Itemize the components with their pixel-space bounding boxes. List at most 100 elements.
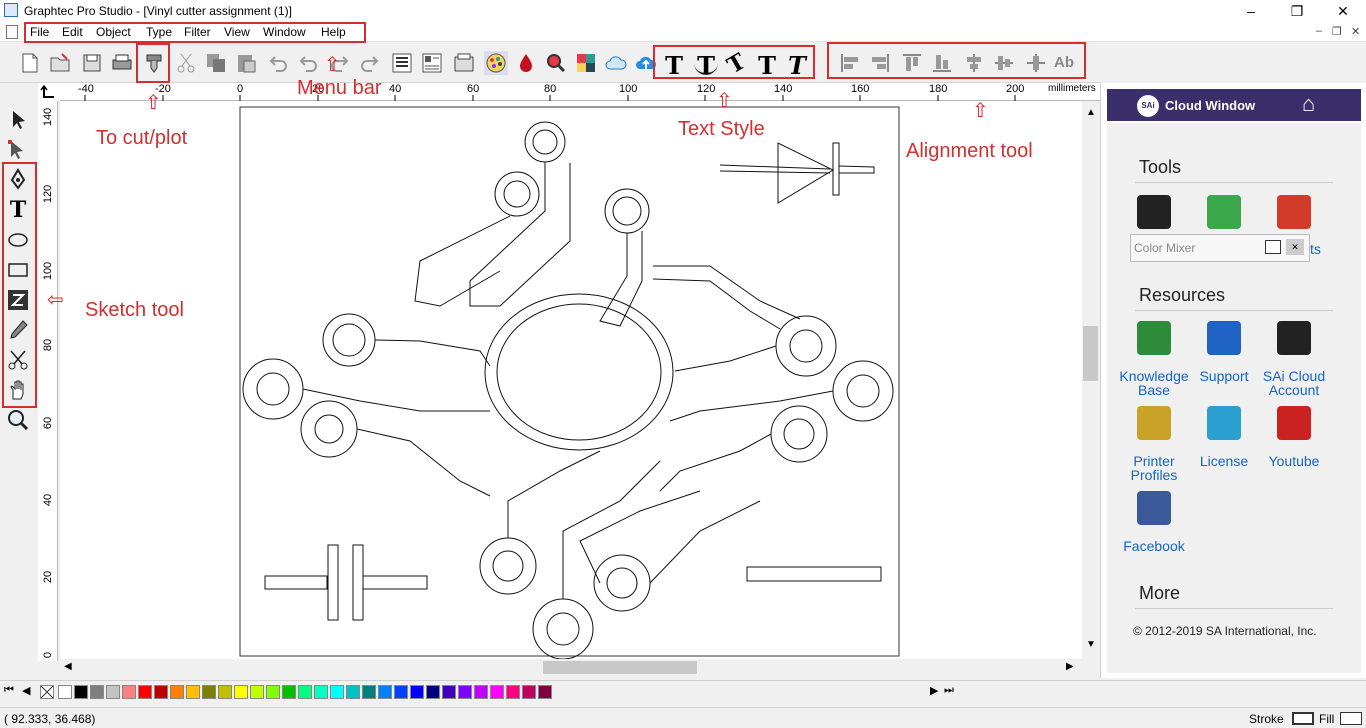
color-swatch[interactable] (474, 685, 488, 699)
scroll-down-icon[interactable]: ▼ (1086, 639, 1096, 650)
sai-cloud-account-icon[interactable] (1277, 321, 1311, 355)
license-link[interactable]: License (1184, 454, 1264, 468)
color-swatch[interactable] (378, 685, 392, 699)
color-swatch[interactable] (266, 685, 280, 699)
color-swatch[interactable] (362, 685, 376, 699)
color-mixer-window[interactable]: Color Mixer ✕ (1130, 234, 1310, 262)
color-swatch[interactable] (186, 685, 200, 699)
new-document-icon[interactable] (18, 51, 42, 75)
mdi-minimize-button[interactable]: – (1316, 25, 1322, 37)
color-swatch[interactable] (490, 685, 504, 699)
undo-alt-icon[interactable] (296, 51, 320, 75)
copy-icon[interactable] (204, 51, 228, 75)
media-icon[interactable] (452, 51, 476, 75)
knowledge-base-icon[interactable] (1137, 321, 1171, 355)
color-swatch[interactable] (298, 685, 312, 699)
color-swatch[interactable] (394, 685, 408, 699)
print-icon[interactable] (110, 51, 134, 75)
select-arrow-icon[interactable] (5, 107, 31, 133)
color-drop-icon[interactable] (514, 51, 538, 75)
layout-icon[interactable] (420, 51, 444, 75)
sai-cloud-account-link[interactable]: SAi Cloud Account (1254, 369, 1334, 397)
color-swatch[interactable] (106, 685, 120, 699)
search-color-icon[interactable] (544, 51, 568, 75)
redo-alt-icon[interactable] (358, 51, 382, 75)
home-icon[interactable]: ⌂ (1302, 91, 1315, 117)
cloud-sync-icon[interactable] (604, 51, 628, 75)
node-edit-icon[interactable] (5, 137, 31, 163)
mdi-restore-button[interactable]: ❐ (1332, 25, 1342, 38)
scroll-right-icon[interactable]: ▶ (1066, 661, 1074, 672)
palette-next-icon[interactable]: ▶ (930, 684, 938, 697)
color-swatch[interactable] (346, 685, 360, 699)
color-swatch[interactable] (426, 685, 440, 699)
tool-app-icon[interactable] (1137, 195, 1171, 229)
color-swatch[interactable] (138, 685, 152, 699)
color-swatch[interactable] (170, 685, 184, 699)
color-swatch[interactable] (282, 685, 296, 699)
mdi-close-button[interactable]: ✕ (1351, 25, 1360, 38)
close-button[interactable]: ✕ (1320, 0, 1366, 22)
fill-swatch[interactable] (1340, 712, 1362, 725)
scissors-icon[interactable] (174, 51, 198, 75)
barcode-icon[interactable] (390, 51, 414, 75)
support-icon[interactable] (1207, 321, 1241, 355)
no-color-swatch[interactable] (40, 685, 54, 699)
color-swatch[interactable] (442, 685, 456, 699)
vertical-scrollbar[interactable]: ▲ ▼ (1082, 101, 1099, 659)
undo-icon[interactable] (266, 51, 290, 75)
color-swatch[interactable] (122, 685, 136, 699)
drawing-canvas[interactable]: To cut/plot Text Style Alignment tool Sk… (60, 101, 1082, 659)
palette-first-icon[interactable]: ⏮ (4, 684, 14, 697)
printer-profiles-link[interactable]: Printer Profiles (1114, 454, 1194, 482)
color-wheel-icon[interactable] (484, 51, 508, 75)
color-grid-icon[interactable] (574, 51, 598, 75)
color-swatch[interactable] (90, 685, 104, 699)
facebook-link[interactable]: Facebook (1114, 539, 1194, 553)
color-swatch[interactable] (506, 685, 520, 699)
color-swatch[interactable] (218, 685, 232, 699)
stroke-swatch[interactable] (1292, 712, 1314, 725)
color-swatch[interactable] (330, 685, 344, 699)
circuit-artwork[interactable] (60, 101, 1082, 659)
license-icon[interactable] (1207, 406, 1241, 440)
color-swatch[interactable] (314, 685, 328, 699)
vertical-ruler[interactable]: 140 120 100 80 60 40 20 0 (38, 101, 58, 661)
save-icon[interactable] (80, 51, 104, 75)
color-swatch[interactable] (58, 685, 72, 699)
vertical-scroll-thumb[interactable] (1083, 326, 1098, 381)
color-swatch[interactable] (538, 685, 552, 699)
support-link[interactable]: Support (1184, 369, 1264, 383)
color-swatch[interactable] (410, 685, 424, 699)
horizontal-scrollbar[interactable]: ◀ ▶ (60, 659, 1082, 676)
paste-icon[interactable] (234, 51, 258, 75)
color-swatch[interactable] (458, 685, 472, 699)
horizontal-ruler[interactable]: -40 -20 0 20 40 60 80 100 120 140 160 18… (60, 83, 1100, 101)
minimize-button[interactable]: – (1228, 0, 1274, 22)
palette-last-icon[interactable]: ⏭ (944, 684, 954, 697)
knowledge-base-link[interactable]: Knowledge Base (1114, 369, 1194, 397)
color-swatch[interactable] (234, 685, 248, 699)
color-swatch[interactable] (522, 685, 536, 699)
color-swatch[interactable] (202, 685, 216, 699)
maximize-button[interactable]: ❐ (1274, 0, 1320, 22)
youtube-link[interactable]: Youtube (1254, 454, 1334, 468)
facebook-icon[interactable] (1137, 491, 1171, 525)
color-swatch[interactable] (154, 685, 168, 699)
color-swatch[interactable] (250, 685, 264, 699)
tool-partial-label[interactable]: ts (1310, 241, 1321, 257)
scroll-up-icon[interactable]: ▲ (1086, 107, 1096, 118)
palette-prev-icon[interactable]: ◀ (22, 684, 30, 697)
document-icon[interactable] (6, 25, 18, 39)
scroll-left-icon[interactable]: ◀ (64, 661, 72, 672)
color-mixer-restore-icon[interactable] (1265, 240, 1281, 254)
color-swatch[interactable] (74, 685, 88, 699)
tool-list-icon[interactable] (1277, 195, 1311, 229)
youtube-icon[interactable] (1277, 406, 1311, 440)
printer-profiles-icon[interactable] (1137, 406, 1171, 440)
zoom-icon[interactable] (5, 407, 31, 433)
color-mixer-close-button[interactable]: ✕ (1286, 239, 1304, 255)
open-icon[interactable] (48, 51, 72, 75)
tool-quotes-icon[interactable] (1207, 195, 1241, 229)
ruler-corner[interactable] (38, 83, 60, 101)
